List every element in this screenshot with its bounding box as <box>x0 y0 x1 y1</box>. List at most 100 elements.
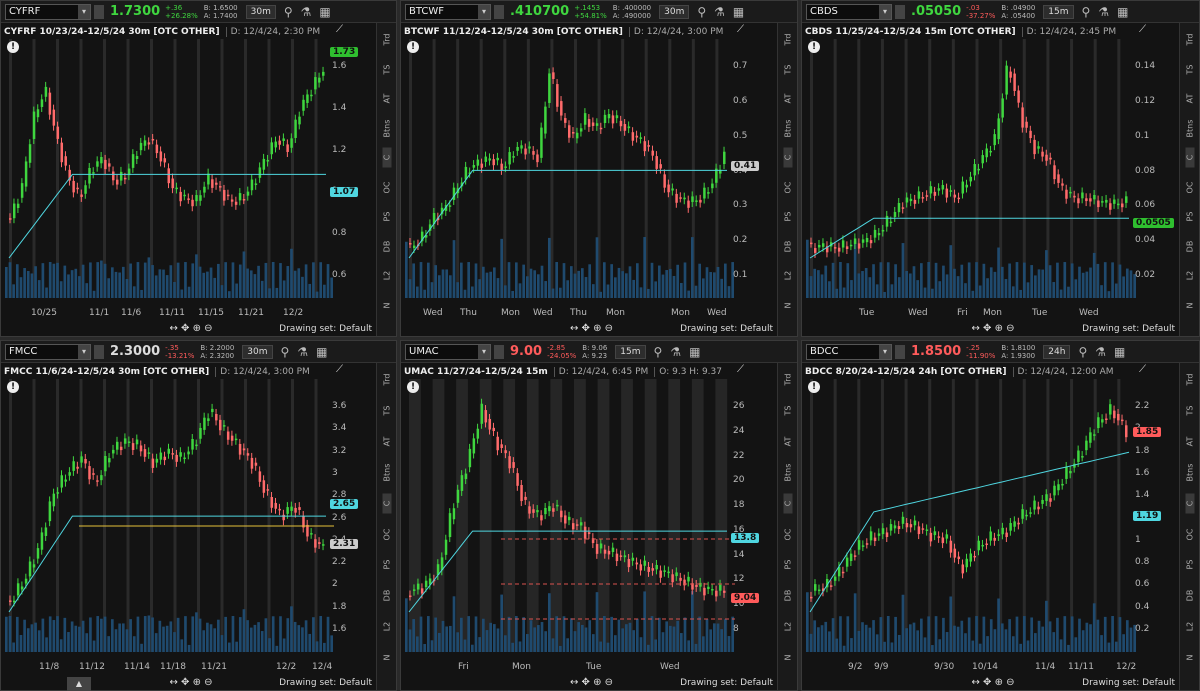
drawing-set-label[interactable]: Drawing set: Default <box>1082 678 1175 688</box>
side-tab-l2[interactable]: L2 <box>1186 266 1195 286</box>
studies-icon[interactable]: ⚲ <box>697 5 706 19</box>
side-tab-at[interactable]: AT <box>1186 89 1195 109</box>
style-icon[interactable]: ▦ <box>316 345 327 359</box>
side-tab-n[interactable]: N <box>1186 295 1195 315</box>
side-tab-c[interactable]: C <box>382 493 392 514</box>
studies-icon[interactable]: ⚲ <box>284 5 293 19</box>
side-tab-n[interactable]: N <box>784 295 793 315</box>
side-tab-ps[interactable]: PS <box>1186 207 1195 227</box>
drawing-set-label[interactable]: Drawing set: Default <box>680 324 773 334</box>
alert-icon[interactable]: ! <box>407 41 419 53</box>
side-tab-l2[interactable]: L2 <box>1186 617 1195 637</box>
side-tab-at[interactable]: AT <box>784 431 793 451</box>
side-tab-l2[interactable]: L2 <box>383 266 392 286</box>
side-tab-oc[interactable]: OC <box>1186 177 1195 197</box>
price-chart[interactable] <box>1 39 378 298</box>
zoom-tools[interactable]: ↔ ✥ ⊕ ⊖ <box>570 323 613 334</box>
side-tab-db[interactable]: DB <box>1186 236 1195 256</box>
link-icon[interactable] <box>94 344 104 359</box>
side-tab-btns[interactable]: Btns <box>1186 118 1195 138</box>
studies-icon[interactable]: ⚲ <box>1078 345 1087 359</box>
side-tab-db[interactable]: DB <box>784 236 793 256</box>
drawing-tool-icon[interactable]: ⟋ <box>336 364 352 378</box>
chevron-down-icon[interactable]: ▾ <box>879 344 891 359</box>
alert-icon[interactable]: ! <box>7 381 19 393</box>
side-tab-ps[interactable]: PS <box>784 555 793 575</box>
style-icon[interactable]: ▦ <box>689 345 700 359</box>
side-tab-btns[interactable]: Btns <box>1186 462 1195 482</box>
side-tab-ps[interactable]: PS <box>383 207 392 227</box>
side-tab-trd[interactable]: Trd <box>1186 30 1195 50</box>
flask-icon[interactable]: ⚗ <box>1095 345 1106 359</box>
price-chart[interactable] <box>1 379 378 652</box>
link-icon[interactable] <box>895 344 905 359</box>
side-tab-ps[interactable]: PS <box>784 207 793 227</box>
side-tab-ps[interactable]: PS <box>1186 555 1195 575</box>
side-tab-db[interactable]: DB <box>383 236 392 256</box>
side-tab-ts[interactable]: TS <box>784 400 793 420</box>
flask-icon[interactable]: ⚗ <box>297 345 308 359</box>
side-tab-n[interactable]: N <box>383 295 392 315</box>
symbol-input[interactable]: BTCWF ▾ <box>405 3 491 20</box>
price-chart[interactable] <box>401 39 779 298</box>
side-tab-btns[interactable]: Btns <box>784 462 793 482</box>
side-tab-db[interactable]: DB <box>784 586 793 606</box>
timeframe-button[interactable]: 30m <box>659 4 690 19</box>
style-icon[interactable]: ▦ <box>733 5 744 19</box>
flask-icon[interactable]: ⚗ <box>670 345 681 359</box>
flask-icon[interactable]: ⚗ <box>301 5 312 19</box>
style-icon[interactable]: ▦ <box>1117 5 1128 19</box>
side-tab-btns[interactable]: Btns <box>383 118 392 138</box>
flask-icon[interactable]: ⚗ <box>1098 5 1109 19</box>
link-icon[interactable] <box>494 4 504 19</box>
symbol-input[interactable]: BDCC ▾ <box>806 343 892 360</box>
side-tab-ts[interactable]: TS <box>784 59 793 79</box>
zoom-tools[interactable]: ↔ ✥ ⊕ ⊖ <box>170 323 213 334</box>
side-tab-c[interactable]: C <box>783 493 793 514</box>
timeframe-button[interactable]: 30m <box>245 4 276 19</box>
symbol-input[interactable]: CBDS ▾ <box>806 3 892 20</box>
side-tab-trd[interactable]: Trd <box>383 30 392 50</box>
side-tab-c[interactable]: C <box>1185 493 1195 514</box>
chevron-down-icon[interactable]: ▾ <box>478 4 490 19</box>
collapse-handle[interactable]: ▲ <box>67 677 91 691</box>
drawing-tool-icon[interactable]: ⟋ <box>1139 364 1155 378</box>
side-tab-ps[interactable]: PS <box>383 555 392 575</box>
drawing-tool-icon[interactable]: ⟋ <box>1139 24 1155 38</box>
side-tab-db[interactable]: DB <box>383 586 392 606</box>
side-tab-at[interactable]: AT <box>784 89 793 109</box>
side-tab-trd[interactable]: Trd <box>784 370 793 390</box>
side-tab-ts[interactable]: TS <box>383 400 392 420</box>
side-tab-c[interactable]: C <box>783 147 793 168</box>
timeframe-button[interactable]: 24h <box>1043 344 1071 359</box>
timeframe-button[interactable]: 15m <box>1043 4 1074 19</box>
side-tab-l2[interactable]: L2 <box>784 266 793 286</box>
side-tab-at[interactable]: AT <box>383 431 392 451</box>
price-chart[interactable] <box>802 379 1181 652</box>
zoom-tools[interactable]: ↔ ✥ ⊕ ⊖ <box>170 677 213 688</box>
drawing-set-label[interactable]: Drawing set: Default <box>279 324 372 334</box>
drawing-tool-icon[interactable]: ⟋ <box>336 24 352 38</box>
chevron-down-icon[interactable]: ▾ <box>478 344 490 359</box>
side-tab-ts[interactable]: TS <box>1186 59 1195 79</box>
side-tab-l2[interactable]: L2 <box>383 617 392 637</box>
side-tab-oc[interactable]: OC <box>784 524 793 544</box>
timeframe-button[interactable]: 30m <box>242 344 273 359</box>
price-chart[interactable] <box>401 379 779 652</box>
link-icon[interactable] <box>895 4 905 19</box>
side-tab-c[interactable]: C <box>1185 147 1195 168</box>
alert-icon[interactable]: ! <box>7 41 19 53</box>
side-tab-btns[interactable]: Btns <box>383 462 392 482</box>
side-tab-ts[interactable]: TS <box>383 59 392 79</box>
alert-icon[interactable]: ! <box>407 381 419 393</box>
side-tab-ts[interactable]: TS <box>1186 400 1195 420</box>
chevron-down-icon[interactable]: ▾ <box>879 4 891 19</box>
chevron-down-icon[interactable]: ▾ <box>78 344 90 359</box>
studies-icon[interactable]: ⚲ <box>654 345 663 359</box>
side-tab-l2[interactable]: L2 <box>784 617 793 637</box>
side-tab-oc[interactable]: OC <box>784 177 793 197</box>
link-icon[interactable] <box>94 4 104 19</box>
side-tab-n[interactable]: N <box>1186 648 1195 668</box>
side-tab-n[interactable]: N <box>383 648 392 668</box>
timeframe-button[interactable]: 15m <box>615 344 646 359</box>
